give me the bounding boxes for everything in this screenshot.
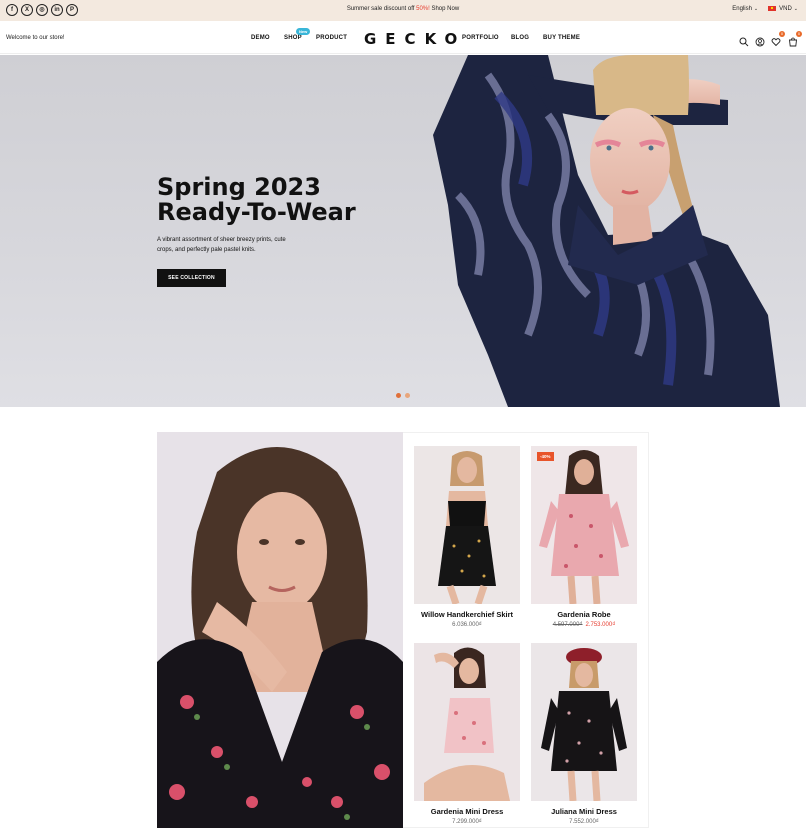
price-value: 7.299.000₫ [452,819,482,825]
flag-icon [768,6,777,11]
promo-banner: Summer sale discount off 50%! Shop Now [0,6,806,12]
product-grid: Willow Handkerchief Skirt 6.036.000₫ -40… [403,432,649,828]
hero-model-image [433,55,780,407]
product-image[interactable]: -40% [531,446,637,604]
hero-slider: Spring 2023 Ready-To-Wear A vibrant asso… [0,55,806,407]
language-label: English [732,6,752,13]
search-icon[interactable] [739,34,749,47]
chevron-down-icon: ⌄ [793,6,798,13]
site-logo[interactable]: GECKO [364,30,466,48]
product-price: 4.597.000₫ 2.753.000₫ [531,622,637,628]
wishlist-count: 0 [779,31,785,37]
sale-badge: -40% [537,452,554,461]
hero-title-line-1: Spring 2023 [157,173,321,201]
product-image[interactable] [414,643,520,801]
price-value: 7.552.000₫ [569,819,599,825]
main-header: Welcome to our store! DEMO SHOP New PROD… [0,21,806,54]
promo-highlight: 50%! [416,6,430,12]
product-price: 7.299.000₫ [414,819,520,825]
chevron-down-icon: ⌄ [753,6,759,13]
account-icon[interactable] [755,34,765,47]
nav-product[interactable]: PRODUCT [316,35,347,41]
product-price: 7.552.000₫ [531,819,637,825]
top-bar: f X ◎ in P Summer sale discount off 50%!… [0,0,806,21]
cart-icon[interactable]: 0 [788,31,802,47]
welcome-text: Welcome to our store! [6,35,65,41]
product-card[interactable]: -40% Gardenia Robe 4.597.000₫ 2.753.000₫ [531,446,637,628]
product-image[interactable] [531,643,637,801]
product-name[interactable]: Gardenia Robe [531,610,637,619]
product-image[interactable] [414,446,520,604]
product-illustration [531,446,637,604]
price-value: 6.036.000₫ [452,622,482,628]
new-badge: New [296,28,311,35]
language-selector[interactable]: English ⌄ [732,6,758,12]
shop-now-link[interactable]: Shop Now [431,6,459,12]
product-illustration [414,643,520,801]
currency-label: VND [779,6,792,13]
product-price: 6.036.000₫ [414,622,520,628]
promo-text: Summer sale discount off [346,6,417,12]
old-price: 4.597.000₫ [552,622,583,628]
product-illustration [414,446,520,604]
slider-dot[interactable] [405,393,410,398]
wishlist-icon[interactable]: 0 [771,31,785,47]
product-name[interactable]: Juliana Mini Dress [531,807,637,816]
nav-demo[interactable]: DEMO [251,35,270,41]
cart-count: 0 [796,31,802,37]
nav-blog[interactable]: BLOG [511,35,529,41]
product-card[interactable]: Willow Handkerchief Skirt 6.036.000₫ [414,446,520,628]
product-card[interactable]: Gardenia Mini Dress 7.299.000₫ [414,643,520,825]
nav-buy-theme[interactable]: BUY THEME [543,35,580,41]
product-card[interactable]: Juliana Mini Dress 7.552.000₫ [531,643,637,825]
sale-price: 2.753.000₫ [585,622,616,628]
slider-dot[interactable] [396,393,401,398]
featured-model-illustration [157,432,403,828]
hero-title: Spring 2023 Ready-To-Wear [157,175,356,225]
currency-selector[interactable]: VND ⌄ [768,6,798,12]
product-name[interactable]: Willow Handkerchief Skirt [414,610,520,619]
locale-switchers: English ⌄ VND ⌄ [732,6,798,12]
nav-shop[interactable]: SHOP [284,35,302,41]
slider-dots [396,393,410,398]
product-name[interactable]: Gardenia Mini Dress [414,807,520,816]
nav-portfolio[interactable]: PORTFOLIO [462,35,499,41]
product-illustration [531,643,637,801]
featured-model-image[interactable] [157,432,403,828]
see-collection-button[interactable]: SEE COLLECTION [157,269,226,287]
hero-title-line-2: Ready-To-Wear [157,198,356,226]
hero-description: A vibrant assortment of sheer breezy pri… [157,237,286,253]
